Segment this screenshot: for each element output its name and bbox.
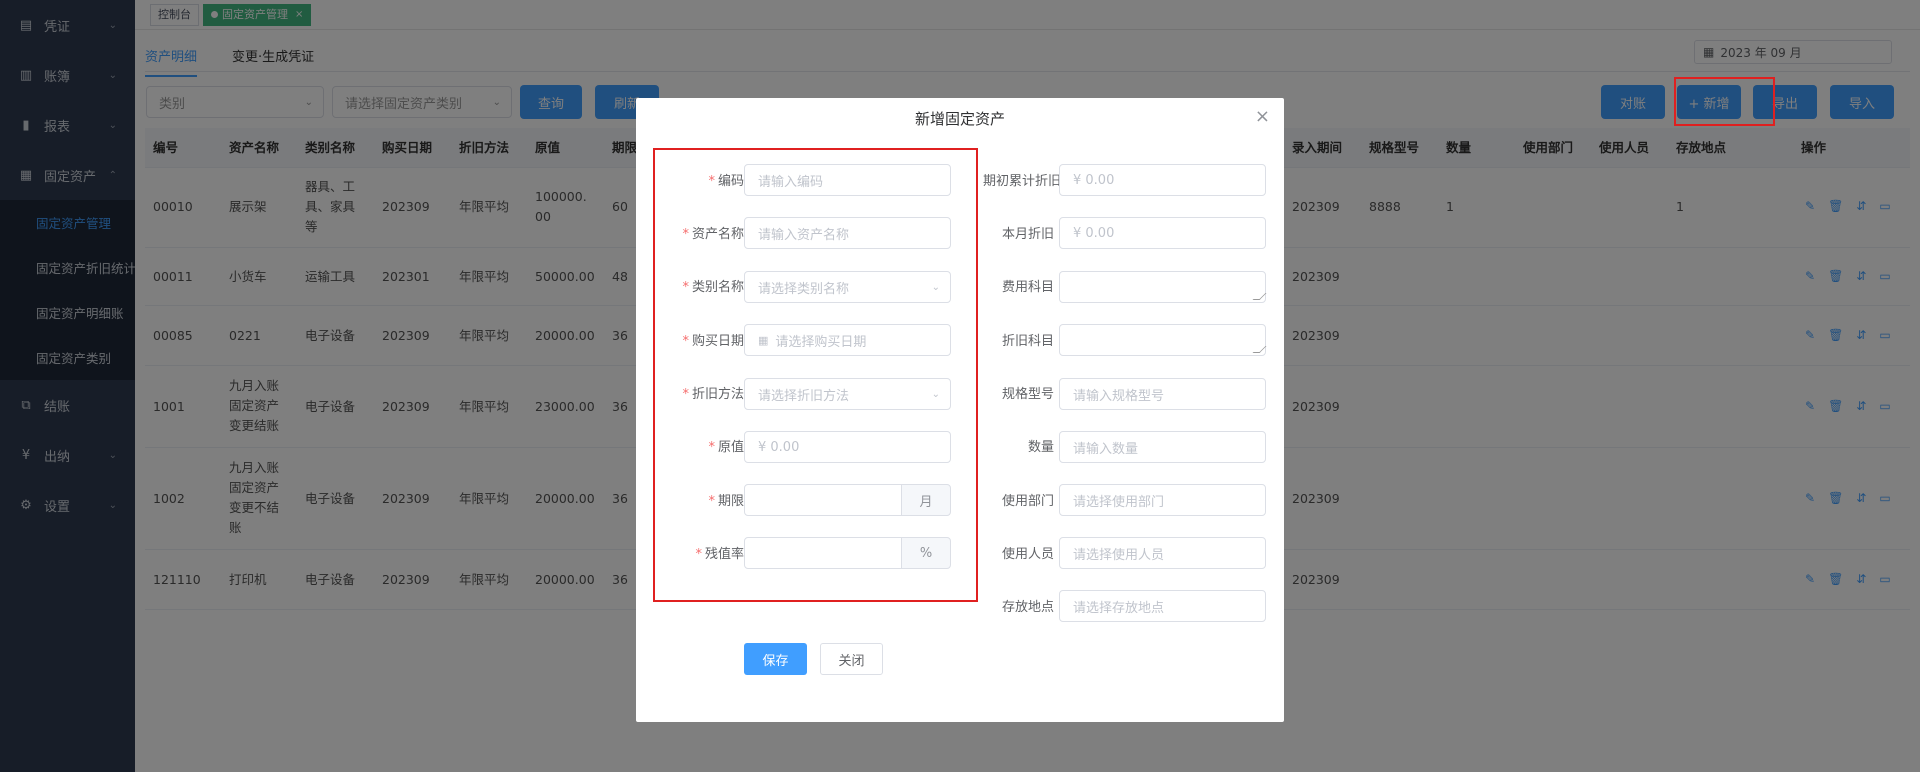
spec-input[interactable]: 请输入规格型号 [1059, 378, 1266, 410]
label-user: 使用人员 [1001, 547, 1054, 562]
label-depreciation-account: 折旧科目 [1001, 334, 1054, 349]
label-location: 存放地点 [1001, 600, 1054, 615]
department-select[interactable]: 请选择使用部门 [1059, 484, 1266, 516]
label-department: 使用部门 [1001, 494, 1054, 509]
quantity-placeholder: 请输入数量 [1073, 441, 1139, 457]
label-opening-depreciation: 期初累计折旧 [982, 174, 1061, 189]
quantity-input[interactable]: 请输入数量 [1059, 431, 1266, 463]
highlight-required-fields [653, 148, 978, 602]
label-spec: 规格型号 [1001, 387, 1054, 402]
close-icon[interactable]: × [1255, 106, 1270, 127]
highlight-add-button [1674, 77, 1775, 126]
cancel-button[interactable]: 关闭 [820, 643, 883, 675]
monthly-depreciation-placeholder: ¥ 0.00 [1073, 225, 1115, 241]
label-expense-account: 费用科目 [1001, 280, 1054, 295]
label-quantity: 数量 [1027, 440, 1054, 455]
location-placeholder: 请选择存放地点 [1073, 600, 1165, 616]
department-placeholder: 请选择使用部门 [1073, 494, 1165, 510]
opening-depreciation-input[interactable]: ¥ 0.00 [1059, 164, 1266, 196]
spec-placeholder: 请输入规格型号 [1073, 388, 1165, 404]
save-button[interactable]: 保存 [744, 643, 807, 675]
opening-depreciation-placeholder: ¥ 0.00 [1073, 172, 1115, 188]
expense-account-textarea[interactable] [1059, 271, 1266, 303]
add-asset-dialog: 新增固定资产 × * 编码 请输入编码 * 资产名称 请输入资产名称 * 类别名称 请… [636, 98, 1284, 722]
label-monthly-depreciation: 本月折旧 [1001, 227, 1054, 242]
depreciation-account-textarea[interactable] [1059, 324, 1266, 356]
monthly-depreciation-input[interactable]: ¥ 0.00 [1059, 217, 1266, 249]
user-select[interactable]: 请选择使用人员 [1059, 537, 1266, 569]
location-select[interactable]: 请选择存放地点 [1059, 590, 1266, 622]
user-placeholder: 请选择使用人员 [1073, 547, 1165, 563]
dialog-title: 新增固定资产 [914, 110, 1005, 128]
